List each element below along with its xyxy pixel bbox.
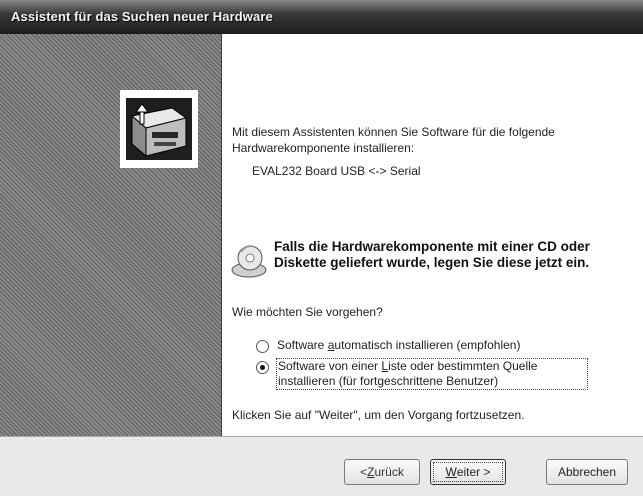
intro-text: Mit diesem Assistenten können Sie Softwa… [232, 125, 555, 155]
option-manual-list-label[interactable]: Software von einer Liste oder bestimmten… [276, 358, 588, 390]
radio-manual-list[interactable] [256, 361, 269, 374]
cd-prompt: Falls die Hardwarekomponente mit einer C… [274, 239, 590, 270]
title-bar[interactable]: Assistent für das Suchen neuer Hardware [0, 0, 643, 34]
question-text: Wie möchten Sie vorgehen? [232, 305, 383, 319]
option-automatic-label[interactable]: Software automatisch installieren (empfo… [277, 338, 520, 353]
window-title: Assistent für das Suchen neuer Hardware [11, 9, 273, 24]
cd-disk-icon [230, 244, 268, 280]
option-automatic[interactable]: Software automatisch installieren (empfo… [256, 338, 520, 353]
radio-automatic[interactable] [256, 340, 269, 353]
option-manual-list[interactable]: Software von einer Liste oder bestimmten… [256, 358, 588, 390]
wizard-content: Mit diesem Assistenten können Sie Softwa… [222, 34, 643, 436]
continue-hint: Klicken Sie auf "Weiter", um den Vorgang… [232, 408, 525, 422]
cancel-button[interactable]: Abbrechen [546, 459, 628, 485]
hardware-wizard-icon [120, 90, 198, 168]
wizard-side-panel [0, 34, 222, 436]
device-name: EVAL232 Board USB <-> Serial [252, 164, 421, 178]
button-bar: < Zurück Weiter > Abbrechen [0, 436, 643, 496]
back-button[interactable]: < Zurück [344, 459, 420, 485]
next-button[interactable]: Weiter > [430, 459, 506, 485]
